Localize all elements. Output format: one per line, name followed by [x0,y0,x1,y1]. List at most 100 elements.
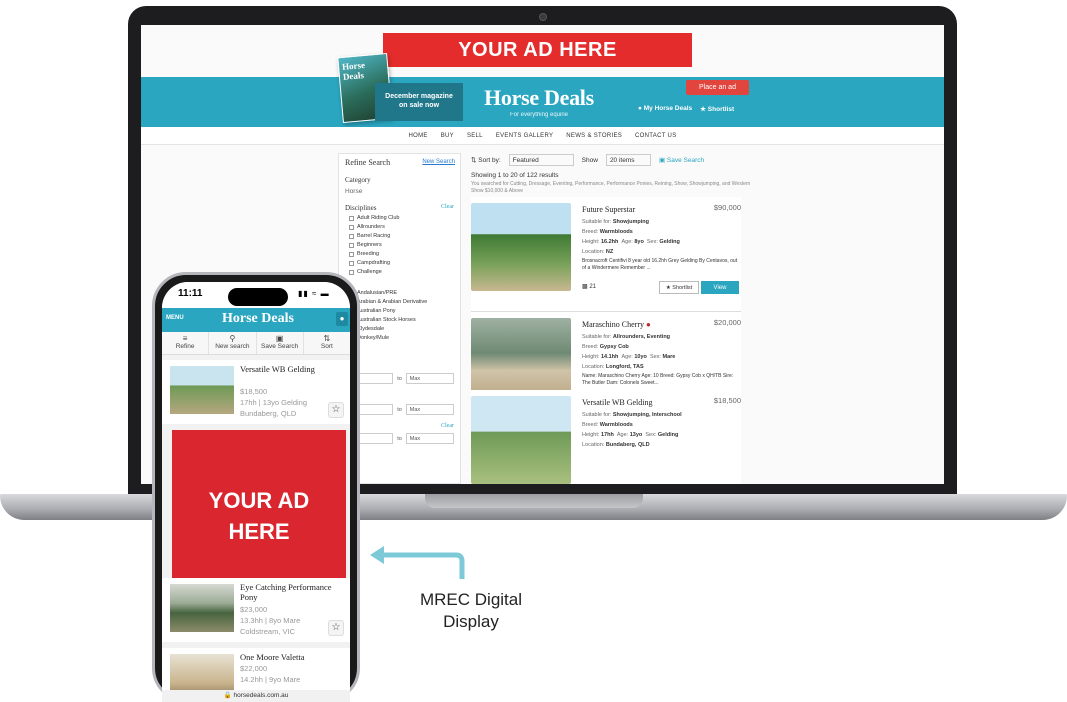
nav-news-stories[interactable]: NEWS & STORIES [566,133,622,139]
show-select[interactable]: 20 items [605,154,651,166]
checkbox-icon [349,215,354,221]
browser-url-bar[interactable]: 🔒 horsedeals.com.au [162,690,350,702]
nav-contact-us[interactable]: CONTACT US [635,133,676,139]
checkbox-icon [349,233,354,239]
listing-photo[interactable] [170,366,234,414]
category-label: Category [345,176,371,184]
range-row-3: to Max [345,433,454,444]
phone-logo[interactable]: Horse Deals [222,311,294,327]
listing-location: Location: NZ [582,249,614,255]
nav-buy[interactable]: BUY [441,133,454,139]
breed-option[interactable]: Clydesdale [349,326,454,332]
signal-wifi-battery-icon: ▮▮ ≈ ▬ [298,289,330,298]
star-icon: ★ [700,106,708,113]
site-logo[interactable]: Horse Deals For everything equine [479,85,599,118]
shortlist-button[interactable]: ★ Shortlist [659,281,699,294]
save-search-link[interactable]: ▣ Save Search [659,156,704,164]
discipline-option[interactable]: Breeding [349,251,454,257]
category-value[interactable]: Horse [345,188,454,195]
phone-listing[interactable]: Versatile WB Gelding $18,500 17hh | 13yo… [162,360,350,424]
max-select[interactable]: Max [405,433,454,444]
listing-card[interactable]: Future Superstar $90,000 Suitable for: S… [471,197,741,312]
listing-location: Bundaberg, QLD [240,409,297,418]
listing-suitable: Suitable for: Showjumping [582,219,649,225]
listing-photo[interactable] [170,584,234,632]
disciplines-clear[interactable]: Clear [441,204,454,210]
listing-breed: Breed: Warmbloods [582,422,633,428]
shortlist-link[interactable]: ★ Shortlist [700,105,734,113]
shortlist-star-icon[interactable]: ☆ [328,620,344,636]
discipline-option[interactable]: Adult Riding Club [349,215,454,221]
discipline-option[interactable]: Allrounders [349,224,454,230]
leaderboard-ad[interactable]: YOUR AD HERE [383,33,692,67]
sort-select[interactable]: Featured [508,154,574,166]
sort-button[interactable]: ⇅ Sort [304,332,350,354]
cherry-icon: ● [645,320,651,329]
place-ad-button[interactable]: Place an ad [686,80,749,95]
listing-suitable: Suitable for: Showjumping, Interschool [582,412,682,418]
save-search-button[interactable]: ▣ Save Search [257,332,304,354]
bookmark-icon: ▣ [658,157,667,164]
new-search-button[interactable]: ⚲ New search [209,332,257,354]
listing-breed: Breed: Warmbloods [582,229,633,235]
listing-title[interactable]: Maraschino Cherry ● [582,320,651,329]
listing-desc: Brosnacroft Centifivi 8 year old 16.2hh … [582,258,738,271]
listing-suitable: Suitable for: Allrounders, Eventing [582,334,671,340]
listing-price: $20,000 [713,318,741,327]
star-icon: ★ [665,284,671,291]
breed-option[interactable]: Australian Stock Horses [349,317,454,323]
listing-photo[interactable] [471,203,571,291]
view-button[interactable]: View [701,281,739,294]
promo-mockup: YOUR AD HERE Horse Deals December magazi… [0,0,1067,702]
listing-title[interactable]: Eye Catching Performance Pony [240,582,340,603]
shortlist-star-icon[interactable]: ☆ [328,402,344,418]
listing-price: $90,000 [713,203,741,212]
search-icon: ⚲ [229,334,236,343]
callout-line-2: Display [443,611,499,631]
main-nav: HOME BUY SELL EVENTS GALLERY NEWS & STOR… [141,127,944,145]
bookmark-icon: ▣ [275,334,284,343]
phone-time: 11:11 [178,288,203,299]
results-count: Showing 1 to 20 of 122 results [471,172,559,179]
range-clear[interactable]: Clear [441,423,454,429]
nav-sell[interactable]: SELL [467,133,483,139]
checkbox-icon [349,242,354,248]
listing-title[interactable]: Versatile WB Gelding [582,398,653,407]
magazine-banner-line1: December magazine [385,93,453,101]
listing-desc: Name: Maraschino Cherry Age: 10 Breed: G… [582,373,734,386]
nav-events-gallery[interactable]: EVENTS GALLERY [496,133,553,139]
listing-price: $18,500 [240,387,268,396]
new-search-link[interactable]: New Search [422,159,455,165]
my-account-link[interactable]: ● My Horse Deals [638,105,692,113]
ad-line-1: YOUR AD [208,488,310,514]
discipline-option[interactable]: Campdrafting [349,260,454,266]
listing-stats: Height: 14.1hh Age: 10yo Sex: Mare [582,354,676,360]
phone-listing[interactable]: Eye Catching Performance Pony $23,000 13… [162,578,350,642]
max-select[interactable]: Max [405,404,454,415]
phone-menu-button[interactable]: MENU [166,315,184,321]
discipline-option[interactable]: Beginners [349,242,454,248]
refine-button[interactable]: ≡ Refine [162,332,210,354]
range-row-1: to Max [345,373,454,384]
checkbox-icon [349,224,354,230]
callout-label: MREC Digital Display [398,589,544,632]
magazine-banner-line2: on sale now [398,102,440,109]
breed-option[interactable]: Arabian & Arabian Derivative [349,299,454,305]
phone-screen: 11:11 ▮▮ ≈ ▬ MENU Horse Deals ● ≡ Refine … [162,282,350,702]
listing-title[interactable]: Versatile WB Gelding [240,364,340,375]
breed-option[interactable]: Andalusian/PRE [349,290,454,296]
listing-title[interactable]: One Moore Valetta [240,652,340,663]
nav-home[interactable]: HOME [408,133,427,139]
user-icon[interactable]: ● [336,312,348,326]
listing-card[interactable]: Versatile WB Gelding $18,500 Suitable fo… [471,390,741,484]
disciplines-label: Disciplines [345,204,377,212]
breed-option[interactable]: Australian Pony [349,308,454,314]
logo-name: Horse Deals [484,85,594,110]
listing-title[interactable]: Future Superstar [582,205,635,214]
discipline-option[interactable]: Barrel Racing [349,233,454,239]
listing-photo[interactable] [471,396,571,484]
max-select[interactable]: Max [405,373,454,384]
listing-location: Location: Longford, TAS [582,364,644,370]
listing-breed: Breed: Gypsy Cob [582,344,629,350]
magazine-banner[interactable]: December magazine on sale now [375,83,463,121]
